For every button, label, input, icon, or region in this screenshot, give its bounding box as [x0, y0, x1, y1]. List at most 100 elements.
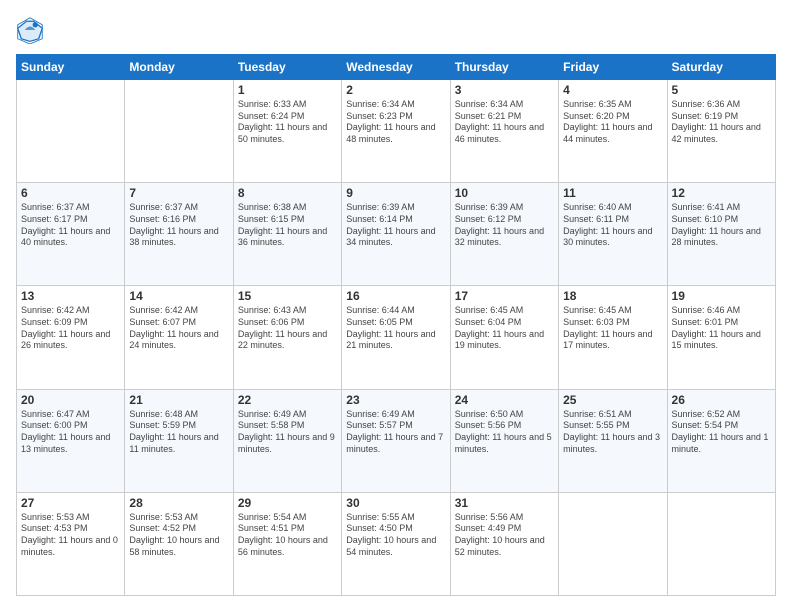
day-number: 25	[563, 393, 662, 407]
calendar-cell: 31Sunrise: 5:56 AMSunset: 4:49 PMDayligh…	[450, 492, 558, 595]
calendar-header-row: SundayMondayTuesdayWednesdayThursdayFrid…	[17, 55, 776, 80]
cell-info: Sunrise: 6:42 AMSunset: 6:07 PMDaylight:…	[129, 305, 228, 352]
day-header: Tuesday	[233, 55, 341, 80]
day-number: 1	[238, 83, 337, 97]
cell-info: Sunrise: 5:53 AMSunset: 4:53 PMDaylight:…	[21, 512, 120, 559]
calendar-week-row: 13 Sunrise: 6:42 AMSunset: 6:09 PMDayligh…	[17, 286, 776, 389]
day-number: 17	[455, 289, 554, 303]
cell-info: Sunrise: 5:53 AMSunset: 4:52 PMDaylight:…	[129, 512, 228, 559]
cell-info: Sunrise: 5:56 AMSunset: 4:49 PMDaylight:…	[455, 512, 554, 559]
cell-info: Sunrise: 6:41 AMSunset: 6:10 PMDaylight:…	[672, 202, 771, 249]
day-number: 20	[21, 393, 120, 407]
calendar-table: SundayMondayTuesdayWednesdayThursdayFrid…	[16, 54, 776, 596]
cell-info: Sunrise: 6:38 AMSunset: 6:15 PMDaylight:…	[238, 202, 337, 249]
cell-info: Sunrise: 6:36 AMSunset: 6:19 PMDaylight:…	[672, 99, 771, 146]
day-number: 18	[563, 289, 662, 303]
calendar-cell: 24Sunrise: 6:50 AMSunset: 5:56 PMDayligh…	[450, 389, 558, 492]
day-number: 14	[129, 289, 228, 303]
calendar-cell: 28 Sunrise: 5:53 AMSunset: 4:52 PMDayligh…	[125, 492, 233, 595]
day-number: 26	[672, 393, 771, 407]
cell-info: Sunrise: 6:44 AMSunset: 6:05 PMDaylight:…	[346, 305, 445, 352]
calendar-cell: 17Sunrise: 6:45 AMSunset: 6:04 PMDayligh…	[450, 286, 558, 389]
day-number: 19	[672, 289, 771, 303]
day-number: 22	[238, 393, 337, 407]
day-number: 8	[238, 186, 337, 200]
cell-info: Sunrise: 6:47 AMSunset: 6:00 PMDaylight:…	[21, 409, 120, 456]
cell-info: Sunrise: 6:50 AMSunset: 5:56 PMDaylight:…	[455, 409, 554, 456]
day-number: 30	[346, 496, 445, 510]
day-number: 12	[672, 186, 771, 200]
logo	[16, 16, 48, 44]
calendar-cell: 9Sunrise: 6:39 AMSunset: 6:14 PMDaylight…	[342, 183, 450, 286]
calendar-cell	[667, 492, 775, 595]
cell-info: Sunrise: 6:37 AMSunset: 6:17 PMDaylight:…	[21, 202, 120, 249]
calendar-cell: 29 Sunrise: 5:54 AMSunset: 4:51 PMDayligh…	[233, 492, 341, 595]
calendar-week-row: 20 Sunrise: 6:47 AMSunset: 6:00 PMDayligh…	[17, 389, 776, 492]
cell-info: Sunrise: 6:43 AMSunset: 6:06 PMDaylight:…	[238, 305, 337, 352]
calendar-cell: 7 Sunrise: 6:37 AMSunset: 6:16 PMDaylight…	[125, 183, 233, 286]
calendar-cell: 30 Sunrise: 5:55 AMSunset: 4:50 PMDayligh…	[342, 492, 450, 595]
logo-icon	[16, 16, 44, 44]
day-number: 27	[21, 496, 120, 510]
cell-info: Sunrise: 6:39 AMSunset: 6:12 PMDaylight:…	[455, 202, 554, 249]
calendar-cell: 16 Sunrise: 6:44 AMSunset: 6:05 PMDayligh…	[342, 286, 450, 389]
cell-info: Sunrise: 6:48 AMSunset: 5:59 PMDaylight:…	[129, 409, 228, 456]
day-number: 16	[346, 289, 445, 303]
calendar-cell: 25 Sunrise: 6:51 AMSunset: 5:55 PMDayligh…	[559, 389, 667, 492]
day-number: 7	[129, 186, 228, 200]
calendar-cell: 22Sunrise: 6:49 AMSunset: 5:58 PMDayligh…	[233, 389, 341, 492]
calendar-cell: 19Sunrise: 6:46 AMSunset: 6:01 PMDayligh…	[667, 286, 775, 389]
day-number: 11	[563, 186, 662, 200]
calendar-cell: 14 Sunrise: 6:42 AMSunset: 6:07 PMDayligh…	[125, 286, 233, 389]
day-number: 15	[238, 289, 337, 303]
calendar-cell	[125, 80, 233, 183]
calendar-cell: 18 Sunrise: 6:45 AMSunset: 6:03 PMDayligh…	[559, 286, 667, 389]
day-number: 21	[129, 393, 228, 407]
calendar-cell	[559, 492, 667, 595]
calendar-cell: 2 Sunrise: 6:34 AMSunset: 6:23 PMDaylight…	[342, 80, 450, 183]
calendar-cell: 12 Sunrise: 6:41 AMSunset: 6:10 PMDayligh…	[667, 183, 775, 286]
cell-info: Sunrise: 6:33 AMSunset: 6:24 PMDaylight:…	[238, 99, 337, 146]
cell-info: Sunrise: 6:51 AMSunset: 5:55 PMDaylight:…	[563, 409, 662, 456]
day-number: 2	[346, 83, 445, 97]
calendar-cell: 13 Sunrise: 6:42 AMSunset: 6:09 PMDayligh…	[17, 286, 125, 389]
calendar-cell: 3 Sunrise: 6:34 AMSunset: 6:21 PMDaylight…	[450, 80, 558, 183]
day-number: 3	[455, 83, 554, 97]
calendar-cell: 23 Sunrise: 6:49 AMSunset: 5:57 PMDayligh…	[342, 389, 450, 492]
day-number: 13	[21, 289, 120, 303]
cell-info: Sunrise: 6:40 AMSunset: 6:11 PMDaylight:…	[563, 202, 662, 249]
calendar-cell: 1 Sunrise: 6:33 AMSunset: 6:24 PMDaylight…	[233, 80, 341, 183]
day-number: 28	[129, 496, 228, 510]
calendar-cell: 10Sunrise: 6:39 AMSunset: 6:12 PMDayligh…	[450, 183, 558, 286]
calendar-cell: 27 Sunrise: 5:53 AMSunset: 4:53 PMDayligh…	[17, 492, 125, 595]
cell-info: Sunrise: 6:42 AMSunset: 6:09 PMDaylight:…	[21, 305, 120, 352]
calendar-cell: 21 Sunrise: 6:48 AMSunset: 5:59 PMDayligh…	[125, 389, 233, 492]
calendar-cell: 26Sunrise: 6:52 AMSunset: 5:54 PMDayligh…	[667, 389, 775, 492]
header	[16, 16, 776, 44]
calendar-cell	[17, 80, 125, 183]
day-number: 29	[238, 496, 337, 510]
cell-info: Sunrise: 6:49 AMSunset: 5:57 PMDaylight:…	[346, 409, 445, 456]
calendar-cell: 6Sunrise: 6:37 AMSunset: 6:17 PMDaylight…	[17, 183, 125, 286]
calendar-cell: 20 Sunrise: 6:47 AMSunset: 6:00 PMDayligh…	[17, 389, 125, 492]
day-number: 23	[346, 393, 445, 407]
cell-info: Sunrise: 6:37 AMSunset: 6:16 PMDaylight:…	[129, 202, 228, 249]
cell-info: Sunrise: 5:54 AMSunset: 4:51 PMDaylight:…	[238, 512, 337, 559]
calendar-week-row: 1 Sunrise: 6:33 AMSunset: 6:24 PMDaylight…	[17, 80, 776, 183]
day-number: 5	[672, 83, 771, 97]
cell-info: Sunrise: 6:34 AMSunset: 6:21 PMDaylight:…	[455, 99, 554, 146]
calendar-cell: 4Sunrise: 6:35 AMSunset: 6:20 PMDaylight…	[559, 80, 667, 183]
day-header: Thursday	[450, 55, 558, 80]
cell-info: Sunrise: 6:34 AMSunset: 6:23 PMDaylight:…	[346, 99, 445, 146]
calendar-week-row: 27 Sunrise: 5:53 AMSunset: 4:53 PMDayligh…	[17, 492, 776, 595]
day-header: Wednesday	[342, 55, 450, 80]
day-header: Saturday	[667, 55, 775, 80]
cell-info: Sunrise: 6:45 AMSunset: 6:03 PMDaylight:…	[563, 305, 662, 352]
calendar-cell: 11 Sunrise: 6:40 AMSunset: 6:11 PMDayligh…	[559, 183, 667, 286]
page: SundayMondayTuesdayWednesdayThursdayFrid…	[0, 0, 792, 612]
day-number: 4	[563, 83, 662, 97]
day-header: Monday	[125, 55, 233, 80]
day-header: Friday	[559, 55, 667, 80]
day-number: 9	[346, 186, 445, 200]
cell-info: Sunrise: 5:55 AMSunset: 4:50 PMDaylight:…	[346, 512, 445, 559]
